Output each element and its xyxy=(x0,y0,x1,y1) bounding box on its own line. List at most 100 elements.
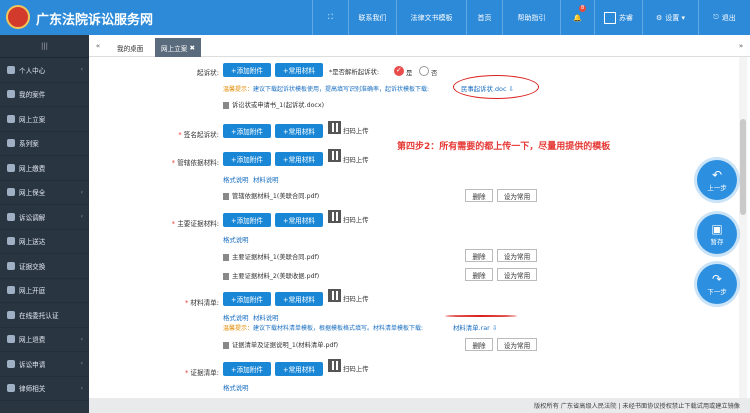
logout-icon: ⎋ xyxy=(713,13,719,21)
material-desc-link[interactable]: 材料说明 xyxy=(253,175,279,184)
scan-upload-label[interactable]: 扫码上传 xyxy=(343,294,369,303)
gear-icon: ⚙ xyxy=(655,13,663,22)
close-icon[interactable]: ✖ xyxy=(189,44,195,52)
sidebar-item-label: 网上送达 xyxy=(19,238,46,247)
complaint-uploaded-file[interactable]: 诉讼状或申请书_1(起诉状.docx) xyxy=(223,100,324,109)
sidebar-item-lawyer[interactable]: 律师相关 ‹ xyxy=(0,377,89,401)
qr-code-icon[interactable] xyxy=(328,359,341,372)
signed-common-material-button[interactable]: +常用材料 xyxy=(275,124,323,138)
next-step-button[interactable]: ↷ 下一步 xyxy=(697,264,737,304)
evidence-list-label: * 证据清单: xyxy=(184,369,219,377)
qr-code-icon[interactable] xyxy=(328,289,341,302)
sidebar-item-online-preservation[interactable]: 网上保全 ‹ xyxy=(0,181,89,205)
tab-scroll-left-icon[interactable]: « xyxy=(91,35,105,57)
jurisdiction-common-material-button[interactable]: +常用材料 xyxy=(275,152,323,166)
fullscreen-icon[interactable]: ⛶ xyxy=(312,0,348,35)
file-icon xyxy=(223,192,229,200)
payment-icon xyxy=(7,163,15,172)
undo-icon: ↶ xyxy=(711,168,723,182)
chevron-left-icon: ‹ xyxy=(80,384,83,392)
complaint-common-material-button[interactable]: +常用材料 xyxy=(275,63,323,77)
tip-text: 建议下载材料清单模板，根据模板格式填写。材料清单模板下载: xyxy=(253,325,424,332)
parse-yes-label: 是 xyxy=(406,69,413,77)
delete-button[interactable]: 删除 xyxy=(465,189,493,202)
format-desc-link[interactable]: 格式说明 xyxy=(223,235,249,244)
sidebar-item-label: 网上保全 xyxy=(19,189,46,198)
scan-upload-label[interactable]: 扫码上传 xyxy=(343,364,369,373)
format-desc-link[interactable]: 格式说明 xyxy=(223,175,249,184)
delete-button[interactable]: 删除 xyxy=(465,338,493,351)
complaint-add-attachment-button[interactable]: +添加附件 xyxy=(223,63,271,77)
material-desc-link[interactable]: 材料说明 xyxy=(253,313,279,322)
tip-prefix: 温馨提示： xyxy=(223,325,254,332)
filing-form: 起诉状: +添加附件 +常用材料 *是否解析起诉状: 是 否 温馨提示：建议下载… xyxy=(89,57,750,413)
sidebar-item-online-hearing[interactable]: 网上开庭 xyxy=(0,279,89,303)
settings-menu[interactable]: ⚙ 设置 ▾ xyxy=(642,0,698,35)
delete-button[interactable]: 删除 xyxy=(465,249,493,262)
tab-my-desktop[interactable]: 我的桌面 xyxy=(111,38,149,57)
sidebar-item-online-refund[interactable]: 网上退费 ‹ xyxy=(0,328,89,352)
sidebar-item-serial-cases[interactable]: 系列案 xyxy=(0,132,89,156)
scrollbar[interactable] xyxy=(739,57,747,398)
tab-online-filing[interactable]: 网上立案 ✖ xyxy=(155,38,202,57)
nav-home[interactable]: 首页 xyxy=(466,0,502,35)
logout-button[interactable]: ⎋ 退出 xyxy=(698,0,750,35)
sidebar-item-online-filing[interactable]: 网上立案 xyxy=(0,107,89,132)
evidence-add-attachment-button[interactable]: +添加附件 xyxy=(223,213,271,227)
delete-button[interactable]: 删除 xyxy=(465,268,493,281)
signed-add-attachment-button[interactable]: +添加附件 xyxy=(223,124,271,138)
nav-legal-templates[interactable]: 法律文书模板 xyxy=(396,0,466,35)
qr-code-icon[interactable] xyxy=(328,121,341,134)
bell-icon: 🔔 xyxy=(573,13,582,22)
download-icon: ⇩ xyxy=(491,324,498,332)
sidebar-item-my-cases[interactable]: 我的案件 xyxy=(0,83,89,107)
evidence-common-material-button[interactable]: +常用材料 xyxy=(275,213,323,227)
user-menu[interactable]: 苏睿 xyxy=(594,0,642,35)
sidebar-item-label: 网上开庭 xyxy=(19,287,46,296)
parse-yes-radio[interactable] xyxy=(394,66,404,76)
set-common-button[interactable]: 设为常用 xyxy=(497,268,537,281)
sidebar-toggle[interactable]: ||| xyxy=(0,35,89,58)
file-icon xyxy=(223,101,229,109)
qr-code-icon[interactable] xyxy=(328,149,341,162)
field-label: 主要证据材料: xyxy=(177,220,219,228)
nav-help[interactable]: 帮助指引 xyxy=(502,0,560,35)
link-text: 材料清单.rar xyxy=(453,324,490,332)
material-list-template-download-link[interactable]: 材料清单.rar ⇩ xyxy=(453,323,497,332)
sidebar-item-mediation[interactable]: 诉讼调解 ‹ xyxy=(0,205,89,230)
format-desc-link[interactable]: 格式说明 xyxy=(223,313,249,322)
material-list-uploaded-file[interactable]: 证据清单及证据说明_1(材料清单.pdf) xyxy=(223,340,338,349)
qr-code-icon[interactable] xyxy=(328,210,341,223)
list-common-material-button[interactable]: +常用材料 xyxy=(275,292,323,306)
nav-contact-us[interactable]: 联系我们 xyxy=(348,0,396,35)
scan-upload-label[interactable]: 扫码上传 xyxy=(343,155,369,164)
sidebar-item-online-entrust-cert[interactable]: 在线委托认证 xyxy=(0,303,89,328)
document-icon xyxy=(7,114,15,123)
parse-no-radio[interactable] xyxy=(419,66,429,76)
sidebar-item-litigation-application[interactable]: 诉讼申请 ‹ xyxy=(0,352,89,377)
set-common-button[interactable]: 设为常用 xyxy=(497,189,537,202)
lawyer-icon xyxy=(7,384,15,393)
scan-upload-label[interactable]: 扫码上传 xyxy=(343,215,369,224)
tab-scroll-right-icon[interactable]: » xyxy=(734,35,748,57)
save-icon: ▣ xyxy=(711,222,723,236)
notifications[interactable]: 🔔 8 xyxy=(560,0,594,35)
scan-upload-label[interactable]: 扫码上传 xyxy=(343,126,369,135)
format-desc-link[interactable]: 格式说明 xyxy=(223,383,249,392)
evidence-uploaded-file[interactable]: 主要证据材料_1(美联合同.pdf) xyxy=(223,252,319,261)
previous-step-button[interactable]: ↶ 上一步 xyxy=(697,160,737,200)
set-common-button[interactable]: 设为常用 xyxy=(497,338,537,351)
jurisdiction-uploaded-file[interactable]: 管辖依据材料_1(美联合同.pdf) xyxy=(223,191,319,200)
save-draft-button[interactable]: ▣ 暂存 xyxy=(697,214,737,254)
jurisdiction-add-attachment-button[interactable]: +添加附件 xyxy=(223,152,271,166)
sidebar-item-personal-center[interactable]: 个人中心 ‹ xyxy=(0,58,89,83)
evidence-uploaded-file[interactable]: 主要证据材料_2(美联收据.pdf) xyxy=(223,271,319,280)
evlist-add-attachment-button[interactable]: +添加附件 xyxy=(223,362,271,376)
scrollbar-thumb[interactable] xyxy=(740,119,746,215)
sidebar-item-evidence-exchange[interactable]: 证据交换 xyxy=(0,254,89,279)
evlist-common-material-button[interactable]: +常用材料 xyxy=(275,362,323,376)
list-add-attachment-button[interactable]: +添加附件 xyxy=(223,292,271,306)
sidebar-item-online-payment[interactable]: 网上缴费 xyxy=(0,156,89,181)
set-common-button[interactable]: 设为常用 xyxy=(497,249,537,262)
sidebar-item-online-service[interactable]: 网上送达 xyxy=(0,230,89,254)
